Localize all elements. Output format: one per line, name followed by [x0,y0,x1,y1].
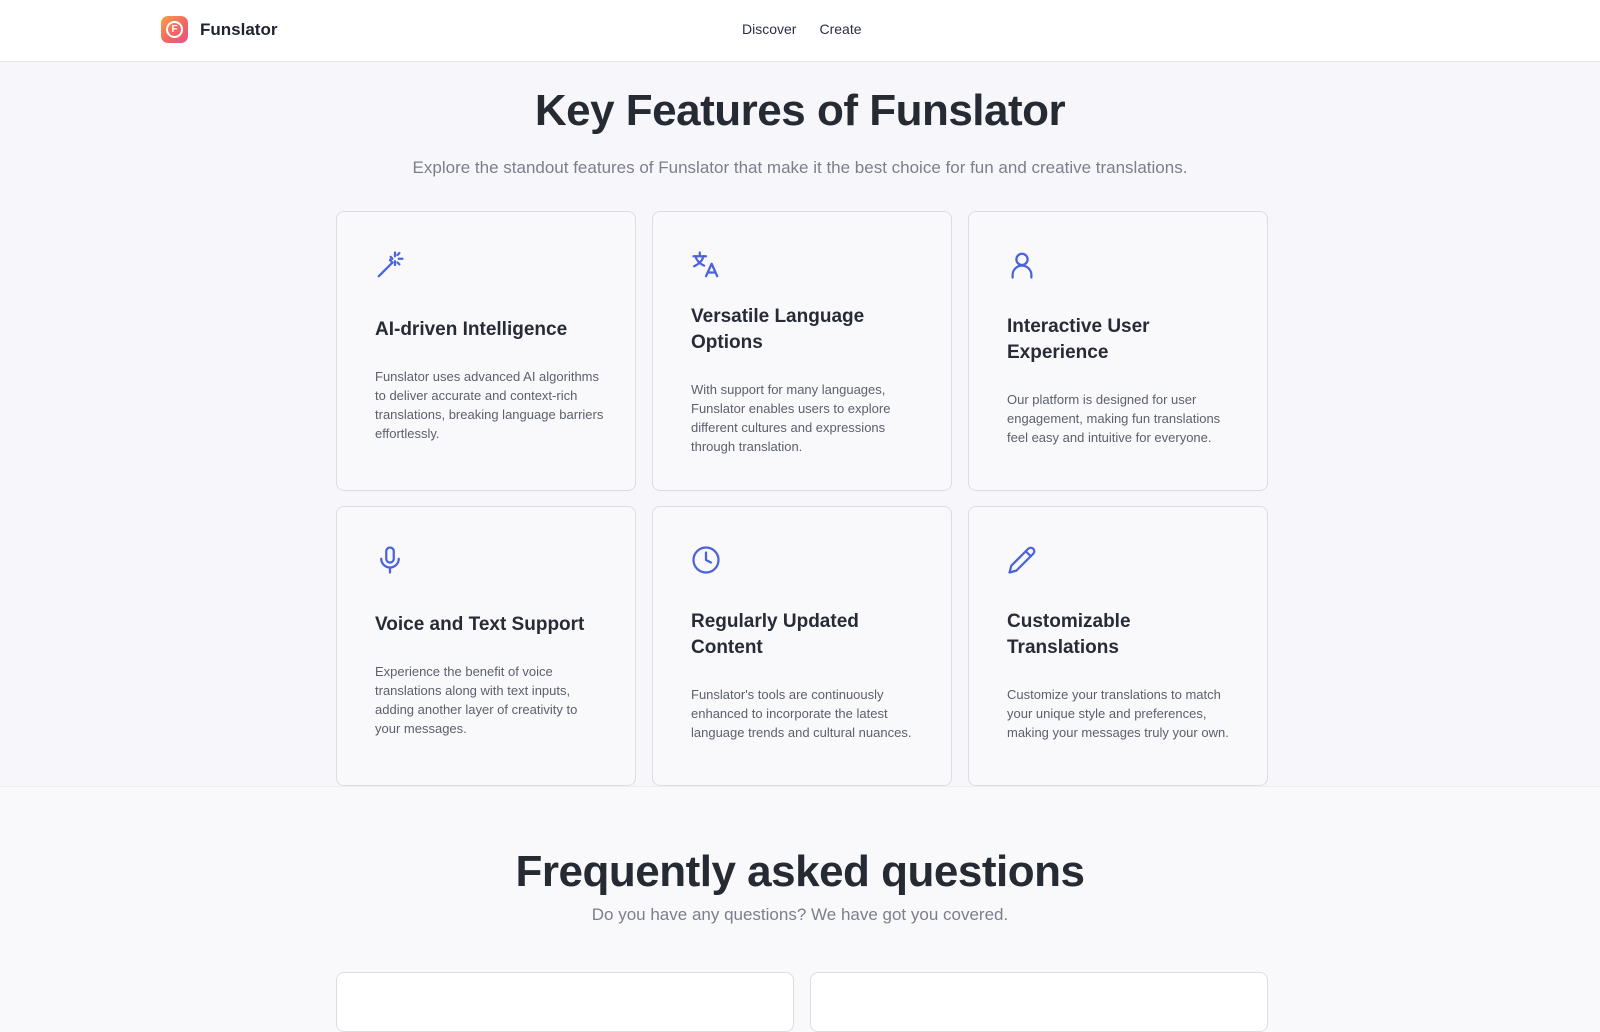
card-title: AI-driven Intelligence [375,319,568,340]
card-description: Our platform is designed for user engage… [1007,391,1221,445]
feature-card-languages: Versatile Language Options With support … [652,211,952,491]
main-nav: Discover Create [742,21,885,37]
nav-link-discover[interactable]: Discover [742,21,796,37]
brand-name: Funslator [200,19,278,39]
features-grid: AI-driven Intelligence Funslator uses ad… [336,211,1268,786]
clock-icon [691,545,721,575]
card-description: Customize your translations to match you… [1007,686,1229,740]
card-title: Regularly Updated Content [691,610,859,658]
features-title: Key Features of Funslator [534,86,1066,135]
faq-item[interactable] [336,972,794,1032]
faq-section: Frequently asked questions Do you have a… [0,786,1600,1032]
faq-item[interactable] [810,972,1268,1032]
card-title: Interactive User Experience [1007,315,1150,363]
card-body: AI-driven Intelligence Funslator uses ad… [375,300,605,460]
card-description: With support for many languages, Funslat… [691,382,891,454]
card-description: Funslator uses advanced AI algorithms to… [375,369,604,441]
card-body: Versatile Language Options With support … [691,300,921,460]
card-body: Customizable Translations Customize your… [1007,595,1237,755]
card-description: Experience the benefit of voice translat… [375,664,578,736]
faq-title: Frequently asked questions [515,847,1085,896]
features-section: Key Features of Funslator Explore the st… [0,62,1600,786]
feature-card-interactive: Interactive User Experience Our platform… [968,211,1268,491]
logo-letter: F [166,21,183,38]
card-body: Interactive User Experience Our platform… [1007,300,1237,460]
card-title: Voice and Text Support [375,614,585,635]
microphone-icon [375,545,405,575]
card-title: Customizable Translations [1007,610,1131,658]
magic-wand-icon [375,250,405,280]
funslator-logo-icon: F [161,16,188,43]
feature-card-ai: AI-driven Intelligence Funslator uses ad… [336,211,636,491]
pencil-icon [1007,545,1037,575]
card-body: Regularly Updated Content Funslator's to… [691,595,921,755]
card-body: Voice and Text Support Experience the be… [375,595,605,755]
brand[interactable]: F Funslator [161,16,277,43]
card-description: Funslator's tools are continuously enhan… [691,686,912,740]
card-title: Versatile Language Options [691,306,865,353]
translate-icon [691,250,721,280]
features-subtitle: Explore the standout features of Funslat… [412,158,1188,177]
feature-card-updated: Regularly Updated Content Funslator's to… [652,506,952,786]
user-icon [1007,250,1037,280]
feature-card-customizable: Customizable Translations Customize your… [968,506,1268,786]
faq-subtitle: Do you have any questions? We have got y… [591,905,1009,924]
top-header: F Funslator Discover Create [0,0,1600,62]
feature-card-voice: Voice and Text Support Experience the be… [336,506,636,786]
nav-link-create[interactable]: Create [819,21,861,37]
